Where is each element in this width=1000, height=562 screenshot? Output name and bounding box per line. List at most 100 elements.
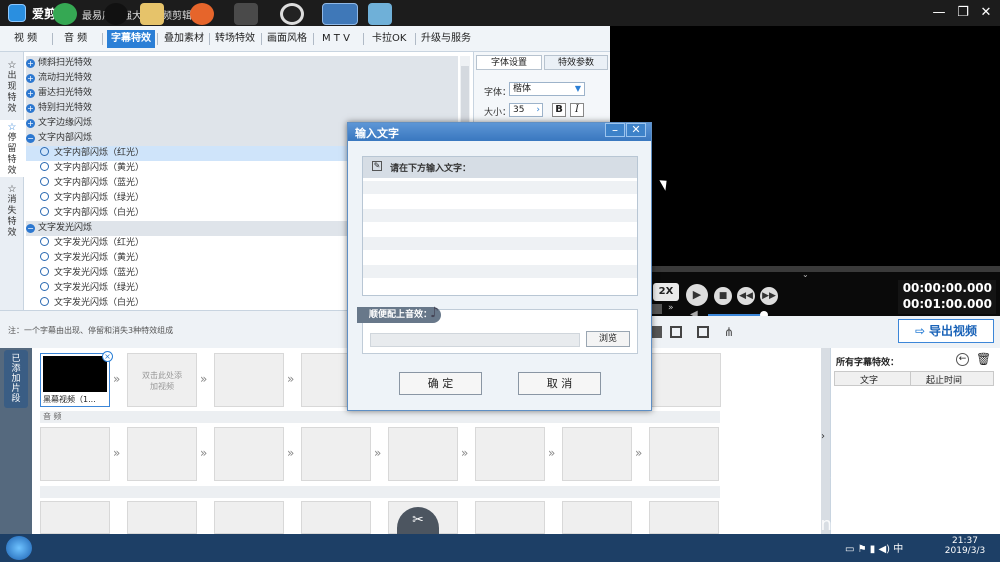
notes-icon[interactable] xyxy=(368,3,392,25)
tab-disappear-effects[interactable]: ☆ 消失特效 xyxy=(0,184,24,239)
text-line[interactable] xyxy=(363,237,637,250)
dialog-close-button[interactable]: ✕ xyxy=(626,123,646,137)
empty-slot[interactable] xyxy=(40,427,110,481)
arrow-icon: » xyxy=(374,446,382,460)
size-label: 大小： xyxy=(484,108,512,118)
track-divider xyxy=(40,486,720,498)
browse-button[interactable]: 浏览 xyxy=(586,331,630,347)
snapshot-icon[interactable] xyxy=(652,304,662,314)
tab-appear-effects[interactable]: ☆ 出现特效 xyxy=(0,60,24,115)
video-preview[interactable] xyxy=(610,26,1000,266)
record-icon[interactable] xyxy=(280,3,304,25)
minimize-icon[interactable]: — xyxy=(930,4,948,22)
text-line[interactable] xyxy=(363,181,637,194)
col-text: 文字 xyxy=(860,376,879,386)
menu-karaoke[interactable]: 卡拉OK xyxy=(368,30,410,48)
browser-360-icon[interactable] xyxy=(53,3,77,25)
menu-mtv[interactable]: M T V xyxy=(318,30,354,48)
arrow-icon: » xyxy=(461,446,469,460)
close-icon[interactable]: ✕ xyxy=(977,4,995,22)
menu-subtitle-effects[interactable]: 字幕特效 xyxy=(107,30,155,48)
clip-icon[interactable] xyxy=(652,326,662,338)
empty-slot[interactable] xyxy=(214,501,284,534)
save-icon[interactable] xyxy=(670,326,682,338)
empty-slot[interactable] xyxy=(214,427,284,481)
trash-icon[interactable]: 🗑 xyxy=(976,352,991,366)
cancel-button[interactable]: 取 消 xyxy=(518,372,601,395)
play-icon[interactable]: ▶ xyxy=(686,284,708,306)
effect-group[interactable]: + 倾斜扫光特效 xyxy=(26,56,458,71)
menu-bar: 视 频 音 频 字幕特效 叠加素材 转场特效 画面风格 M T V 卡拉OK 升… xyxy=(0,26,610,52)
speed-button[interactable]: 2X xyxy=(653,283,679,301)
ok-button[interactable]: 确 定 xyxy=(399,372,482,395)
file-explorer-icon[interactable] xyxy=(140,3,164,25)
collapse-icon[interactable]: ⌄ xyxy=(802,270,809,279)
empty-slot[interactable] xyxy=(649,427,719,481)
empty-slot[interactable] xyxy=(562,427,632,481)
restore-icon[interactable]: ❐ xyxy=(954,4,972,22)
effect-group[interactable]: + 流动扫光特效 xyxy=(26,71,458,86)
edit-icon[interactable] xyxy=(697,326,709,338)
empty-slot[interactable] xyxy=(40,501,110,534)
text-line[interactable] xyxy=(363,265,637,278)
firefox-icon[interactable] xyxy=(190,3,214,25)
empty-slot[interactable] xyxy=(475,427,545,481)
media-app-icon[interactable] xyxy=(234,3,258,25)
empty-slot[interactable] xyxy=(475,501,545,534)
tab-effect-params[interactable]: 特效参数 xyxy=(544,55,608,70)
arrow-icon: » xyxy=(287,372,295,386)
bold-button[interactable]: B xyxy=(552,103,566,117)
added-clips-tab[interactable]: 已添加片段 xyxy=(4,350,28,408)
arrow-icon: » xyxy=(200,446,208,460)
arrow-icon: » xyxy=(548,446,556,460)
empty-slot[interactable] xyxy=(127,501,197,534)
empty-slot[interactable] xyxy=(301,501,371,534)
empty-slot[interactable] xyxy=(562,501,632,534)
remove-clip-icon[interactable]: × xyxy=(102,351,113,362)
stop-icon[interactable]: ■ xyxy=(714,287,732,305)
list-header xyxy=(834,371,994,386)
clip-thumbnail[interactable]: 黑幕视频（1... xyxy=(40,353,110,407)
empty-slot[interactable] xyxy=(127,427,197,481)
size-stepper[interactable]: 35 › xyxy=(509,103,543,117)
add-video-placeholder[interactable]: 双击此处添加视频 xyxy=(127,353,197,407)
menu-audio[interactable]: 音 频 xyxy=(60,30,91,48)
effect-group[interactable]: + 特别扫光特效 xyxy=(26,101,458,116)
note-text: 注：一个字幕由出现、停留和消失3种特效组成 xyxy=(8,326,174,335)
empty-slot[interactable] xyxy=(388,427,458,481)
baidu-watermark: Bai 经验 jingyan.baidu.com xyxy=(758,464,933,535)
empty-slot[interactable] xyxy=(649,501,719,534)
prev-frame-icon[interactable]: ◀◀ xyxy=(737,287,755,305)
sound-path-field[interactable] xyxy=(370,333,580,347)
empty-slot[interactable] xyxy=(301,427,371,481)
empty-slot[interactable] xyxy=(651,353,721,407)
menu-overlay[interactable]: 叠加素材 xyxy=(160,30,208,48)
text-line[interactable] xyxy=(363,209,637,222)
back-icon[interactable]: ← xyxy=(956,353,969,366)
start-button[interactable] xyxy=(6,536,32,560)
expand-icon[interactable]: › xyxy=(821,431,825,442)
menu-video[interactable]: 视 频 xyxy=(10,30,41,48)
empty-slot[interactable] xyxy=(214,353,284,407)
font-select[interactable]: 楷体 ▼ xyxy=(509,82,585,96)
forward-icon[interactable]: » xyxy=(668,303,674,313)
tab-stay-effects[interactable]: ☆ 停留特效 xyxy=(0,120,24,177)
menu-styles[interactable]: 画面风格 xyxy=(263,30,311,48)
tray-icons[interactable]: ▭ ⚑ ▮ ◀) 中 xyxy=(845,540,935,556)
export-video-button[interactable]: ⇨ 导出视频 xyxy=(898,319,994,343)
arrow-icon: » xyxy=(200,372,208,386)
time-display: 00:00:00.000 00:01:00.000 xyxy=(898,280,996,314)
col-time: 起止时间 xyxy=(926,376,963,386)
qq-icon[interactable] xyxy=(104,3,128,25)
italic-button[interactable]: I xyxy=(570,103,584,117)
menu-upgrade[interactable]: 升级与服务 xyxy=(417,30,475,48)
menu-transitions[interactable]: 转场特效 xyxy=(211,30,259,48)
share-icon[interactable]: ⋔ xyxy=(724,325,734,339)
aijianji-taskbar-icon[interactable] xyxy=(322,3,358,25)
subtitle-list-title: 所有字幕特效： xyxy=(836,358,900,368)
tab-font-settings[interactable]: 字体设置 xyxy=(476,55,542,70)
effect-group[interactable]: + 雷达扫光特效 xyxy=(26,86,458,101)
arrow-icon: » xyxy=(287,446,295,460)
next-frame-icon[interactable]: ▶▶ xyxy=(760,287,778,305)
dialog-minimize-button[interactable]: – xyxy=(605,123,625,137)
